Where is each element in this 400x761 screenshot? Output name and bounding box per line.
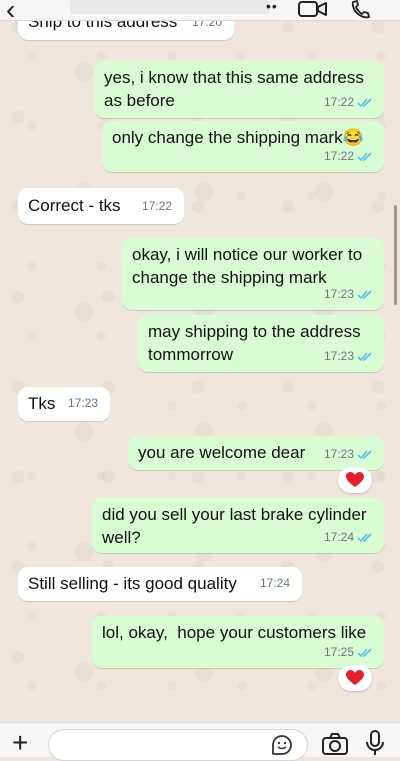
message-text: Still selling - its good quality xyxy=(28,574,237,593)
phone-icon[interactable] xyxy=(348,0,374,20)
message-outgoing[interactable]: did you sell your last brake cylinder we… xyxy=(92,498,384,553)
message-meta: 17:23 xyxy=(324,345,374,368)
microphone-icon[interactable] xyxy=(365,730,385,756)
heart-icon xyxy=(346,670,364,685)
message-outgoing[interactable]: you are welcome dear 17:23 xyxy=(128,436,384,470)
message-meta: 17:22 xyxy=(324,145,374,168)
message-meta: 17:25 xyxy=(324,641,374,664)
read-ticks-icon xyxy=(357,450,372,460)
message-meta: 17:23 xyxy=(68,392,98,415)
message-incoming[interactable]: Still selling - its good quality 17:24 xyxy=(18,567,302,601)
message-outgoing[interactable]: lol, okay, hope your customers like 17:2… xyxy=(92,616,384,668)
message-time: 17:23 xyxy=(323,349,354,363)
scroll-indicator[interactable] xyxy=(394,205,397,305)
menu-dots-icon[interactable]: •• xyxy=(266,0,278,14)
contact-name-placeholder[interactable] xyxy=(70,0,270,14)
read-ticks-icon xyxy=(357,533,372,543)
message-time: 17:23 xyxy=(323,447,354,461)
sticker-icon[interactable] xyxy=(271,734,293,756)
message-incoming[interactable]: Correct - tks 17:22 xyxy=(18,188,184,224)
message-meta: 17:22 xyxy=(142,195,172,218)
message-outgoing[interactable]: yes, i know that this same address as be… xyxy=(94,61,384,118)
message-time: 17:22 xyxy=(141,199,172,213)
heart-icon xyxy=(346,472,364,487)
message-time: 17:22 xyxy=(323,149,354,163)
message-time: 17:24 xyxy=(259,576,290,590)
message-reaction[interactable] xyxy=(338,665,372,691)
message-incoming[interactable]: Tks 17:23 xyxy=(18,387,110,421)
message-meta: 17:23 xyxy=(324,443,374,466)
message-meta: 17:24 xyxy=(260,572,290,595)
video-call-icon[interactable] xyxy=(298,0,328,18)
message-meta: 17:23 xyxy=(324,283,374,306)
message-time: 17:23 xyxy=(67,396,98,410)
message-outgoing[interactable]: may shipping to the address tommorrow 17… xyxy=(138,315,384,372)
message-meta: 17:22 xyxy=(324,91,374,114)
message-time: 17:25 xyxy=(323,645,354,659)
message-meta: 17:24 xyxy=(324,526,374,549)
back-chevron-icon[interactable]: ‹ xyxy=(6,0,15,24)
message-reaction[interactable] xyxy=(338,467,372,493)
message-outgoing[interactable]: only change the shipping mark😂 17:22 xyxy=(102,121,384,172)
message-outgoing[interactable]: okay, i will notice our worker to change… xyxy=(122,238,384,310)
read-ticks-icon xyxy=(357,648,372,658)
camera-icon[interactable] xyxy=(322,733,348,755)
message-time: 17:22 xyxy=(323,95,354,109)
chat-header: ‹ •• xyxy=(0,0,400,24)
message-time: 17:23 xyxy=(323,287,354,301)
plus-icon[interactable]: + xyxy=(12,729,28,757)
message-composer: + xyxy=(0,722,400,761)
message-list[interactable]: Ship to this address 17:20 yes, i know t… xyxy=(0,0,400,722)
read-ticks-icon xyxy=(357,290,372,300)
read-ticks-icon xyxy=(357,152,372,162)
message-input[interactable] xyxy=(48,729,308,761)
message-time: 17:24 xyxy=(323,530,354,544)
read-ticks-icon xyxy=(357,352,372,362)
read-ticks-icon xyxy=(357,98,372,108)
